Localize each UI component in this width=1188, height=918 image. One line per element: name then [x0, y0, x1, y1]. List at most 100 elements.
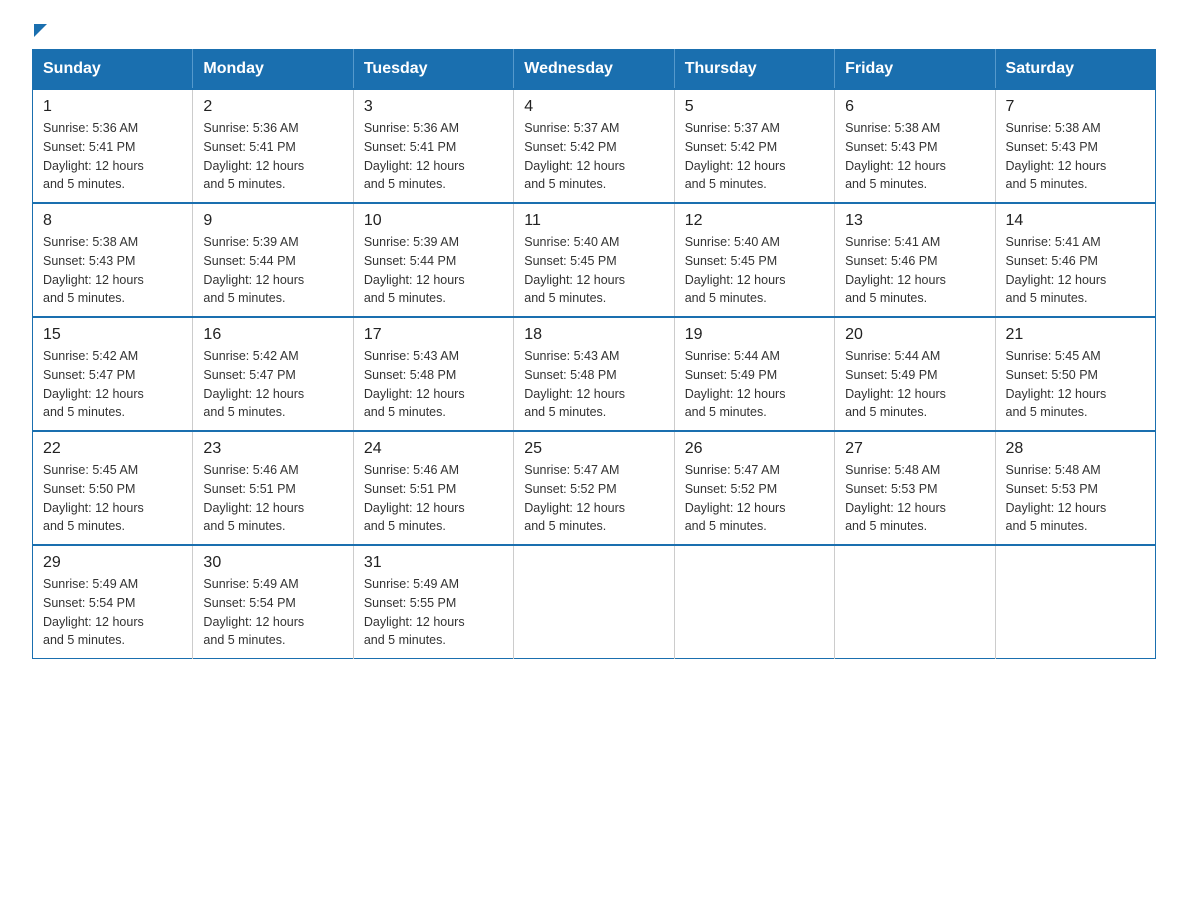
day-number: 10: [364, 212, 503, 230]
day-info: Sunrise: 5:46 AM Sunset: 5:51 PM Dayligh…: [364, 461, 503, 536]
day-info: Sunrise: 5:48 AM Sunset: 5:53 PM Dayligh…: [1006, 461, 1145, 536]
calendar-cell: 20 Sunrise: 5:44 AM Sunset: 5:49 PM Dayl…: [835, 317, 995, 431]
day-info: Sunrise: 5:38 AM Sunset: 5:43 PM Dayligh…: [845, 119, 984, 194]
calendar-cell: 23 Sunrise: 5:46 AM Sunset: 5:51 PM Dayl…: [193, 431, 353, 545]
day-info: Sunrise: 5:37 AM Sunset: 5:42 PM Dayligh…: [524, 119, 663, 194]
day-number: 13: [845, 212, 984, 230]
day-number: 21: [1006, 326, 1145, 344]
calendar-cell: 30 Sunrise: 5:49 AM Sunset: 5:54 PM Dayl…: [193, 545, 353, 659]
day-info: Sunrise: 5:36 AM Sunset: 5:41 PM Dayligh…: [43, 119, 182, 194]
day-number: 27: [845, 440, 984, 458]
calendar-cell: 6 Sunrise: 5:38 AM Sunset: 5:43 PM Dayli…: [835, 89, 995, 203]
calendar-cell: 29 Sunrise: 5:49 AM Sunset: 5:54 PM Dayl…: [33, 545, 193, 659]
header-monday: Monday: [193, 50, 353, 90]
day-info: Sunrise: 5:39 AM Sunset: 5:44 PM Dayligh…: [364, 233, 503, 308]
day-number: 14: [1006, 212, 1145, 230]
header-tuesday: Tuesday: [353, 50, 513, 90]
header-wednesday: Wednesday: [514, 50, 674, 90]
day-info: Sunrise: 5:44 AM Sunset: 5:49 PM Dayligh…: [845, 347, 984, 422]
day-info: Sunrise: 5:49 AM Sunset: 5:54 PM Dayligh…: [203, 575, 342, 650]
calendar-cell: 21 Sunrise: 5:45 AM Sunset: 5:50 PM Dayl…: [995, 317, 1155, 431]
day-info: Sunrise: 5:42 AM Sunset: 5:47 PM Dayligh…: [203, 347, 342, 422]
calendar-cell: 15 Sunrise: 5:42 AM Sunset: 5:47 PM Dayl…: [33, 317, 193, 431]
calendar-cell: [835, 545, 995, 659]
calendar-week-row: 29 Sunrise: 5:49 AM Sunset: 5:54 PM Dayl…: [33, 545, 1156, 659]
day-number: 24: [364, 440, 503, 458]
calendar-cell: 8 Sunrise: 5:38 AM Sunset: 5:43 PM Dayli…: [33, 203, 193, 317]
day-number: 23: [203, 440, 342, 458]
calendar-week-row: 15 Sunrise: 5:42 AM Sunset: 5:47 PM Dayl…: [33, 317, 1156, 431]
calendar-cell: 26 Sunrise: 5:47 AM Sunset: 5:52 PM Dayl…: [674, 431, 834, 545]
day-info: Sunrise: 5:43 AM Sunset: 5:48 PM Dayligh…: [364, 347, 503, 422]
day-info: Sunrise: 5:43 AM Sunset: 5:48 PM Dayligh…: [524, 347, 663, 422]
day-info: Sunrise: 5:45 AM Sunset: 5:50 PM Dayligh…: [1006, 347, 1145, 422]
calendar-cell: [674, 545, 834, 659]
day-number: 5: [685, 98, 824, 116]
calendar-cell: 1 Sunrise: 5:36 AM Sunset: 5:41 PM Dayli…: [33, 89, 193, 203]
day-number: 8: [43, 212, 182, 230]
day-info: Sunrise: 5:39 AM Sunset: 5:44 PM Dayligh…: [203, 233, 342, 308]
day-number: 12: [685, 212, 824, 230]
calendar-cell: [995, 545, 1155, 659]
day-info: Sunrise: 5:41 AM Sunset: 5:46 PM Dayligh…: [1006, 233, 1145, 308]
logo-icon: [32, 24, 47, 33]
day-number: 30: [203, 554, 342, 572]
day-info: Sunrise: 5:45 AM Sunset: 5:50 PM Dayligh…: [43, 461, 182, 536]
day-info: Sunrise: 5:38 AM Sunset: 5:43 PM Dayligh…: [1006, 119, 1145, 194]
day-info: Sunrise: 5:49 AM Sunset: 5:54 PM Dayligh…: [43, 575, 182, 650]
day-number: 29: [43, 554, 182, 572]
calendar-cell: 11 Sunrise: 5:40 AM Sunset: 5:45 PM Dayl…: [514, 203, 674, 317]
day-number: 6: [845, 98, 984, 116]
calendar-cell: 24 Sunrise: 5:46 AM Sunset: 5:51 PM Dayl…: [353, 431, 513, 545]
calendar-cell: 18 Sunrise: 5:43 AM Sunset: 5:48 PM Dayl…: [514, 317, 674, 431]
day-info: Sunrise: 5:48 AM Sunset: 5:53 PM Dayligh…: [845, 461, 984, 536]
calendar-cell: 19 Sunrise: 5:44 AM Sunset: 5:49 PM Dayl…: [674, 317, 834, 431]
day-info: Sunrise: 5:36 AM Sunset: 5:41 PM Dayligh…: [203, 119, 342, 194]
calendar-week-row: 8 Sunrise: 5:38 AM Sunset: 5:43 PM Dayli…: [33, 203, 1156, 317]
header-saturday: Saturday: [995, 50, 1155, 90]
calendar-cell: 13 Sunrise: 5:41 AM Sunset: 5:46 PM Dayl…: [835, 203, 995, 317]
calendar-cell: 12 Sunrise: 5:40 AM Sunset: 5:45 PM Dayl…: [674, 203, 834, 317]
day-info: Sunrise: 5:37 AM Sunset: 5:42 PM Dayligh…: [685, 119, 824, 194]
day-number: 7: [1006, 98, 1145, 116]
day-number: 18: [524, 326, 663, 344]
day-info: Sunrise: 5:36 AM Sunset: 5:41 PM Dayligh…: [364, 119, 503, 194]
calendar-table: SundayMondayTuesdayWednesdayThursdayFrid…: [32, 49, 1156, 659]
day-info: Sunrise: 5:49 AM Sunset: 5:55 PM Dayligh…: [364, 575, 503, 650]
day-number: 31: [364, 554, 503, 572]
calendar-cell: 28 Sunrise: 5:48 AM Sunset: 5:53 PM Dayl…: [995, 431, 1155, 545]
header-thursday: Thursday: [674, 50, 834, 90]
calendar-cell: 5 Sunrise: 5:37 AM Sunset: 5:42 PM Dayli…: [674, 89, 834, 203]
calendar-cell: 17 Sunrise: 5:43 AM Sunset: 5:48 PM Dayl…: [353, 317, 513, 431]
calendar-cell: 16 Sunrise: 5:42 AM Sunset: 5:47 PM Dayl…: [193, 317, 353, 431]
day-info: Sunrise: 5:46 AM Sunset: 5:51 PM Dayligh…: [203, 461, 342, 536]
day-number: 15: [43, 326, 182, 344]
day-info: Sunrise: 5:41 AM Sunset: 5:46 PM Dayligh…: [845, 233, 984, 308]
day-number: 3: [364, 98, 503, 116]
calendar-cell: 27 Sunrise: 5:48 AM Sunset: 5:53 PM Dayl…: [835, 431, 995, 545]
calendar-cell: 22 Sunrise: 5:45 AM Sunset: 5:50 PM Dayl…: [33, 431, 193, 545]
day-info: Sunrise: 5:40 AM Sunset: 5:45 PM Dayligh…: [685, 233, 824, 308]
day-number: 20: [845, 326, 984, 344]
calendar-cell: 9 Sunrise: 5:39 AM Sunset: 5:44 PM Dayli…: [193, 203, 353, 317]
header-sunday: Sunday: [33, 50, 193, 90]
calendar-cell: 2 Sunrise: 5:36 AM Sunset: 5:41 PM Dayli…: [193, 89, 353, 203]
day-number: 28: [1006, 440, 1145, 458]
calendar-header-row: SundayMondayTuesdayWednesdayThursdayFrid…: [33, 50, 1156, 90]
day-info: Sunrise: 5:47 AM Sunset: 5:52 PM Dayligh…: [685, 461, 824, 536]
header-friday: Friday: [835, 50, 995, 90]
day-info: Sunrise: 5:47 AM Sunset: 5:52 PM Dayligh…: [524, 461, 663, 536]
day-number: 26: [685, 440, 824, 458]
calendar-week-row: 22 Sunrise: 5:45 AM Sunset: 5:50 PM Dayl…: [33, 431, 1156, 545]
day-number: 25: [524, 440, 663, 458]
day-info: Sunrise: 5:42 AM Sunset: 5:47 PM Dayligh…: [43, 347, 182, 422]
calendar-cell: 7 Sunrise: 5:38 AM Sunset: 5:43 PM Dayli…: [995, 89, 1155, 203]
day-number: 2: [203, 98, 342, 116]
calendar-cell: 14 Sunrise: 5:41 AM Sunset: 5:46 PM Dayl…: [995, 203, 1155, 317]
calendar-cell: 4 Sunrise: 5:37 AM Sunset: 5:42 PM Dayli…: [514, 89, 674, 203]
day-number: 16: [203, 326, 342, 344]
calendar-cell: 3 Sunrise: 5:36 AM Sunset: 5:41 PM Dayli…: [353, 89, 513, 203]
day-number: 11: [524, 212, 663, 230]
day-info: Sunrise: 5:44 AM Sunset: 5:49 PM Dayligh…: [685, 347, 824, 422]
logo: [32, 24, 47, 33]
